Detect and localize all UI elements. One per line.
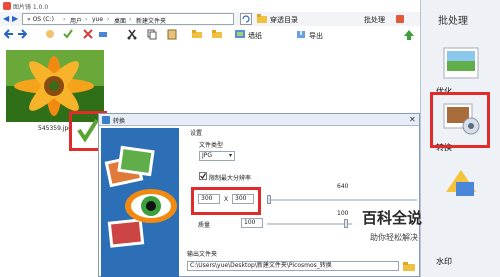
forward-arrow-icon[interactable]: ▶ — [12, 14, 18, 23]
wallpaper-button[interactable]: 墙纸 — [248, 31, 262, 41]
wallpaper-icon — [235, 30, 245, 38]
breadcrumb[interactable]: « OS (C:) › 用户 › yue › 桌面 › 新建文件夹 — [22, 13, 234, 25]
dialog-title: 转换 — [113, 118, 126, 125]
batch-next-item[interactable] — [432, 160, 490, 220]
check-icon[interactable] — [63, 29, 73, 41]
dimensions-highlight — [191, 187, 261, 215]
app-icon — [3, 2, 11, 10]
limit-resolution-label: 限制最大分辨率 — [209, 175, 252, 182]
batch-menu-button[interactable]: 批处理 — [364, 15, 385, 25]
resolution-slider-thumb[interactable] — [267, 195, 271, 204]
penetrate-directory-button[interactable]: 穿透目录 — [270, 15, 298, 25]
optimize-icon — [443, 47, 479, 79]
address-bar: ◀ ▶ « OS (C:) › 用户 › yue › 桌面 › 新建文件夹 穿透… — [0, 12, 420, 26]
chevron-down-icon: ▾ — [228, 152, 232, 159]
breadcrumb-item[interactable]: « OS (C:) — [27, 16, 54, 23]
quality-label: 质量 — [198, 222, 211, 229]
window-title: 图片镜 1.0.0 — [13, 4, 49, 11]
breadcrumb-item[interactable]: 用户 — [70, 16, 82, 25]
scissors-icon[interactable] — [127, 29, 137, 41]
paste-icon[interactable] — [167, 29, 177, 41]
breadcrumb-separator: › — [63, 16, 66, 23]
slider-max-label-100: 100 — [337, 210, 349, 217]
breadcrumb-item[interactable]: 桌面 — [114, 16, 126, 25]
dialog-app-icon — [102, 116, 110, 124]
dialog-close-button[interactable]: ✕ — [409, 115, 416, 124]
breadcrumb-item[interactable]: yue — [92, 16, 103, 23]
nav-right-arrow-icon[interactable] — [17, 29, 27, 41]
penetrate-folder-icon — [257, 14, 267, 23]
export-button[interactable]: 导出 — [309, 31, 323, 41]
output-folder-input[interactable]: C:\Users\yue\Desktop\新建文件夹\Picosmos_转换 — [187, 261, 399, 271]
output-folder-label: 输出文件夹 — [187, 251, 218, 258]
slider-max-label-640: 640 — [337, 183, 349, 190]
resolution-slider-track[interactable] — [267, 199, 417, 201]
browse-folder-icon[interactable] — [403, 261, 415, 272]
thumbnail-filename: 545359.jpg — [38, 125, 73, 132]
edit-icon[interactable] — [98, 29, 108, 41]
file-type-select[interactable]: JPG ▾ — [199, 151, 235, 161]
batch-watermark-label: 水印 — [436, 257, 452, 266]
photos-eye-illustration — [101, 128, 179, 277]
copy-icon[interactable] — [147, 29, 157, 41]
quality-slider-thumb[interactable] — [344, 219, 348, 228]
batch-icon[interactable] — [395, 14, 405, 24]
watermark-sub-text: 助你轻松解决 — [370, 233, 418, 242]
dialog-title-bar: 转换 ✕ — [99, 114, 419, 126]
breadcrumb-separator: › — [85, 16, 88, 23]
file-type-value: JPG — [202, 152, 213, 159]
settings-label: 设置 — [190, 130, 203, 137]
convert-highlight — [430, 92, 490, 148]
refresh-icon[interactable] — [240, 13, 252, 25]
back-arrow-icon[interactable]: ◀ — [3, 14, 9, 23]
batch-tool-icon — [446, 170, 476, 196]
folder-icon[interactable] — [192, 29, 202, 41]
dialog-banner — [101, 128, 179, 277]
file-type-label: 文件类型 — [199, 142, 224, 149]
folder-open-icon[interactable] — [212, 29, 222, 41]
breadcrumb-item[interactable]: 新建文件夹 — [136, 16, 166, 25]
batch-watermark-item[interactable]: 水印 — [432, 212, 490, 272]
tools-icon[interactable] — [83, 29, 93, 41]
breadcrumb-separator: › — [107, 16, 110, 23]
breadcrumb-separator: › — [129, 16, 132, 23]
hand-icon[interactable] — [45, 29, 55, 41]
selected-check-icon[interactable] — [77, 117, 99, 143]
quality-input[interactable]: 100 — [241, 218, 263, 228]
nav-left-arrow-icon[interactable] — [4, 29, 14, 41]
batch-panel-title: 批处理 — [438, 16, 468, 27]
up-arrow-icon[interactable] — [403, 29, 415, 41]
limit-resolution-checkbox[interactable] — [199, 172, 207, 180]
export-icon — [297, 29, 305, 38]
watermark-main-text: 百科全说 — [362, 209, 423, 227]
